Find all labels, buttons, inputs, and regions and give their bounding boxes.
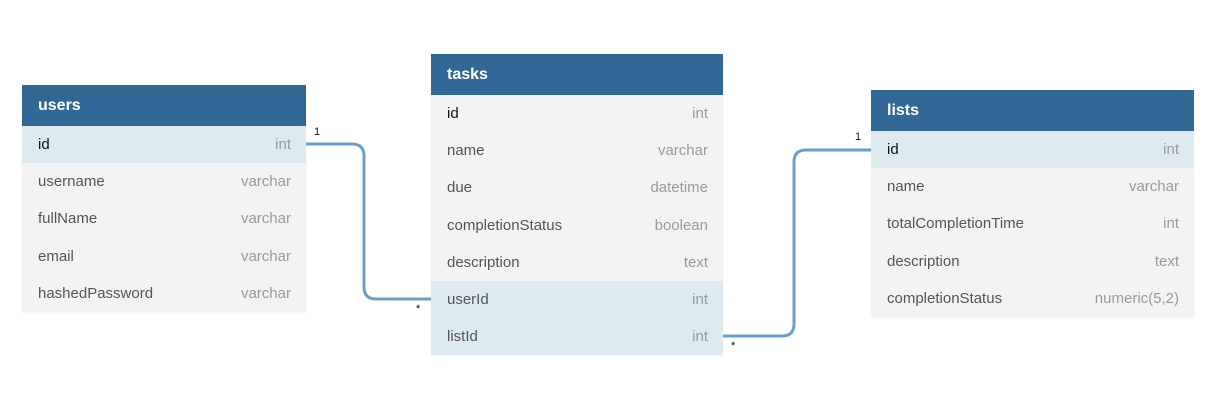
field-name: description	[887, 252, 960, 270]
tasks-field-row[interactable]: description text	[431, 244, 723, 281]
field-type: int	[692, 328, 708, 346]
field-name: due	[447, 179, 473, 197]
tasks-table-header[interactable]: tasks	[431, 54, 723, 95]
field-type: varchar	[240, 210, 291, 228]
tasks-field-row[interactable]: listId int	[431, 318, 723, 356]
tasks-field-row[interactable]: name varchar	[431, 132, 723, 169]
field-name: completionStatus	[447, 216, 563, 234]
lists-tasks-connector	[723, 148, 871, 338]
field-type: varchar	[240, 247, 291, 265]
field-name: listId	[447, 328, 478, 346]
users-table[interactable]: users id int username varchar fullName v…	[22, 85, 306, 312]
field-name: name	[887, 178, 925, 196]
er-diagram-canvas: 1 * 1 * users id int username varchar fu…	[0, 0, 1228, 407]
field-type: datetime	[650, 179, 708, 197]
field-name: username	[38, 173, 105, 191]
field-type: int	[1163, 215, 1179, 233]
field-type: int	[1163, 141, 1179, 159]
users-table-header[interactable]: users	[22, 85, 306, 126]
field-name: id	[447, 105, 459, 123]
lists-field-row[interactable]: description text	[871, 243, 1194, 280]
field-name: email	[38, 247, 74, 265]
field-type: varchar	[240, 284, 291, 302]
users-tasks-connector	[306, 142, 431, 301]
field-type: numeric(5,2)	[1094, 289, 1179, 307]
tasks-userid-cardinality-label: *	[416, 303, 421, 315]
tasks-table[interactable]: tasks id int name varchar due datetime c…	[431, 54, 723, 356]
field-name: fullName	[38, 210, 98, 228]
lists-table-header[interactable]: lists	[871, 90, 1194, 131]
users-field-row[interactable]: fullName varchar	[22, 200, 306, 237]
field-type: varchar	[1128, 178, 1179, 196]
tasks-field-row[interactable]: completionStatus boolean	[431, 207, 723, 244]
tasks-field-row[interactable]: due datetime	[431, 169, 723, 206]
users-field-row[interactable]: email varchar	[22, 238, 306, 275]
field-type: text	[683, 253, 708, 271]
field-name: id	[887, 141, 899, 159]
field-type: int	[275, 136, 291, 154]
lists-id-cardinality-label: 1	[855, 131, 862, 143]
users-field-row[interactable]: username varchar	[22, 163, 306, 200]
field-name: name	[447, 142, 485, 160]
tasks-field-row[interactable]: userId int	[431, 280, 723, 319]
field-type: varchar	[240, 173, 291, 191]
field-name: completionStatus	[887, 289, 1003, 307]
lists-table[interactable]: lists id int name varchar totalCompletio…	[871, 90, 1194, 317]
lists-field-row[interactable]: id int	[871, 131, 1194, 169]
field-name: description	[447, 253, 520, 271]
users-id-cardinality-label: 1	[314, 126, 321, 138]
users-field-row[interactable]: id int	[22, 126, 306, 164]
lists-field-row[interactable]: name varchar	[871, 168, 1194, 205]
field-type: boolean	[654, 216, 708, 234]
field-type: varchar	[657, 142, 708, 160]
field-type: text	[1154, 252, 1179, 270]
field-type: int	[692, 105, 708, 123]
field-name: totalCompletionTime	[887, 215, 1024, 233]
field-name: id	[38, 136, 50, 154]
lists-field-row[interactable]: totalCompletionTime int	[871, 205, 1194, 242]
field-type: int	[692, 291, 708, 309]
tasks-listid-cardinality-label: *	[731, 340, 736, 352]
field-name: userId	[447, 291, 489, 309]
users-field-row[interactable]: hashedPassword varchar	[22, 275, 306, 312]
field-name: hashedPassword	[38, 284, 154, 302]
lists-field-row[interactable]: completionStatus numeric(5,2)	[871, 280, 1194, 317]
tasks-field-row[interactable]: id int	[431, 95, 723, 132]
